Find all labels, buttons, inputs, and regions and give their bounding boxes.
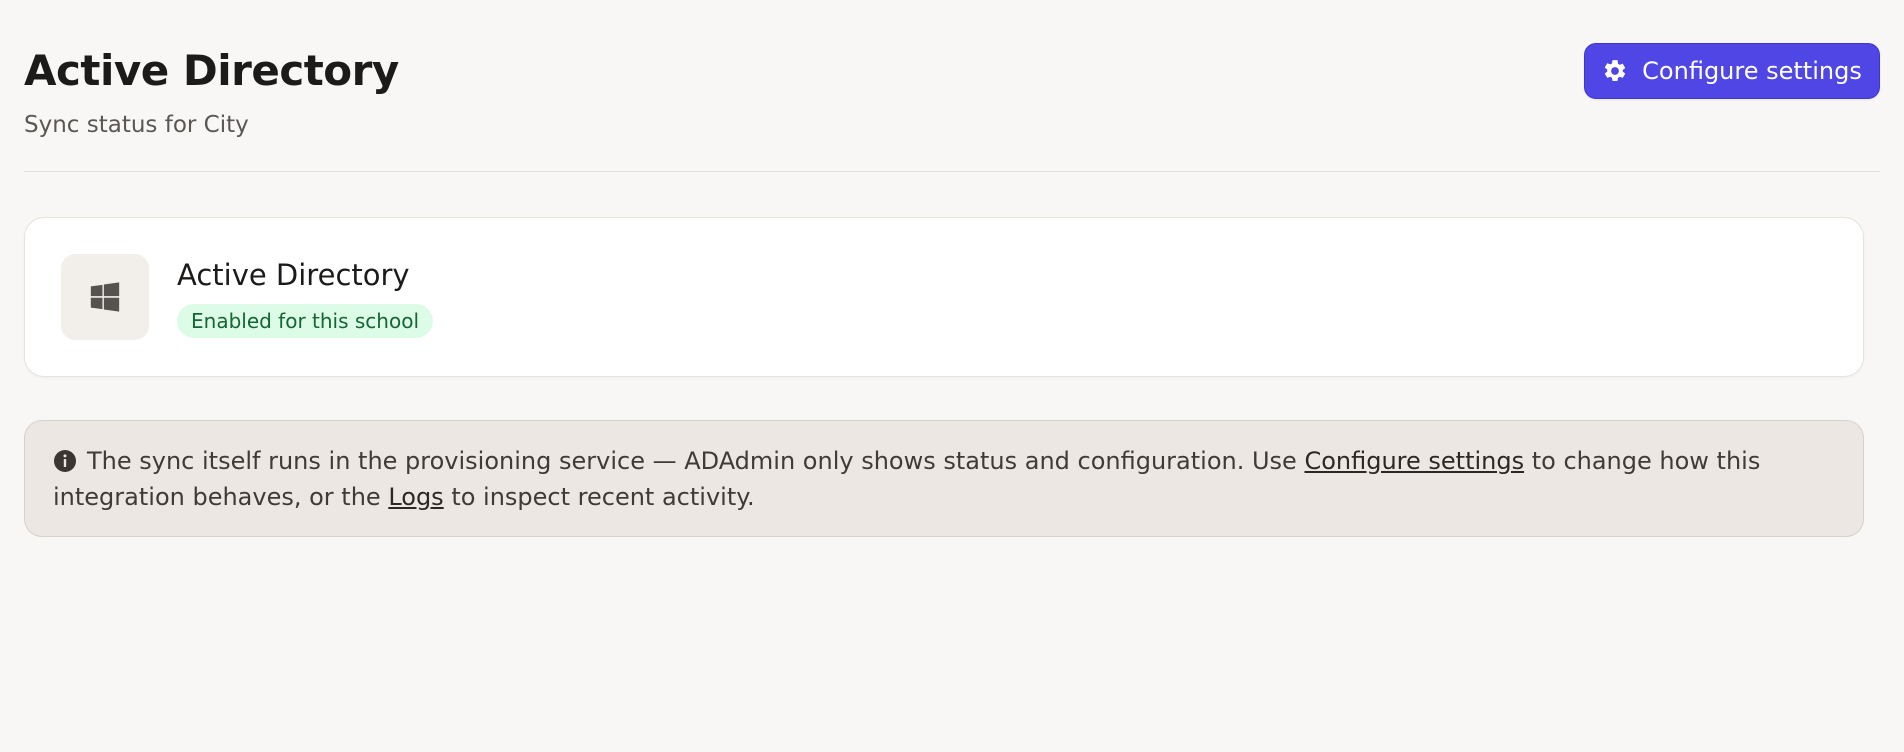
info-icon	[53, 447, 77, 472]
page: Active Directory Sync status for City Co…	[0, 0, 1904, 752]
logs-link[interactable]: Logs	[388, 483, 443, 511]
integration-name: Active Directory	[177, 258, 410, 292]
configure-settings-link[interactable]: Configure settings	[1304, 447, 1524, 475]
status-badge: Enabled for this school	[177, 304, 434, 338]
page-title: Active Directory	[24, 46, 399, 95]
info-banner: The sync itself runs in the provisioning…	[24, 420, 1864, 537]
windows-logo-icon	[61, 254, 149, 340]
info-text-before: The sync itself runs in the provisioning…	[87, 447, 1305, 475]
gear-icon	[1602, 58, 1628, 84]
page-subtitle: Sync status for City	[24, 112, 249, 138]
configure-settings-button[interactable]: Configure settings	[1584, 43, 1880, 99]
configure-settings-label: Configure settings	[1642, 57, 1862, 85]
page-header: Active Directory Sync status for City Co…	[24, 0, 1880, 172]
integration-card: Active Directory Enabled for this school	[24, 217, 1864, 377]
info-text-after: to inspect recent activity.	[443, 483, 755, 511]
